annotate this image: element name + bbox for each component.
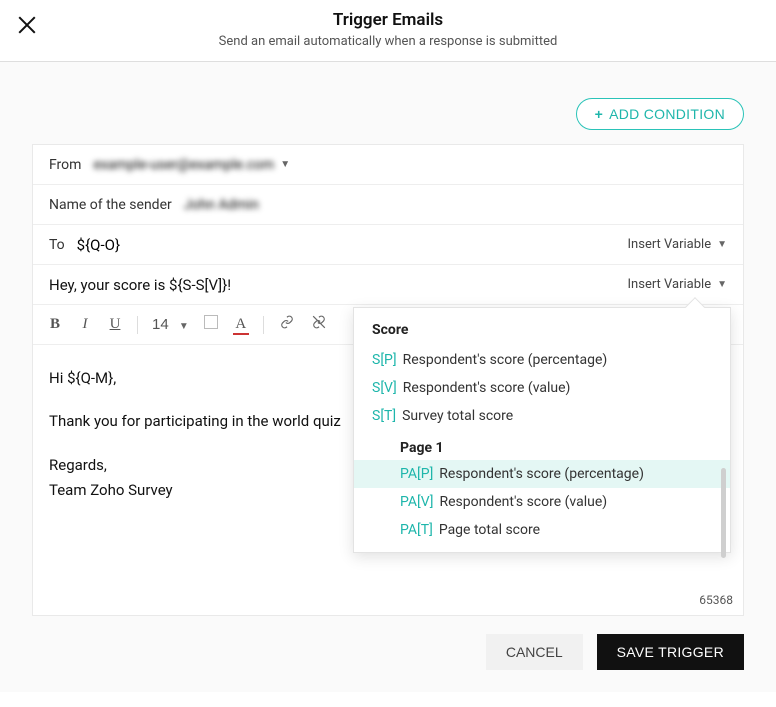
var-code: S[V]: [372, 380, 397, 396]
to-value[interactable]: ${Q-O}: [77, 236, 120, 254]
dropdown-item-score-value[interactable]: S[V] Respondent's score (value): [354, 374, 730, 402]
insert-variable-to[interactable]: Insert Variable ▼: [628, 237, 727, 252]
dropdown-item-page-percentage[interactable]: PA[P] Respondent's score (percentage): [354, 460, 730, 488]
var-label: Respondent's score (value): [439, 494, 607, 510]
var-code: S[P]: [372, 352, 397, 368]
chevron-down-icon: ▼: [717, 279, 727, 290]
sender-name-row: Name of the sender John Admin: [33, 185, 743, 225]
cancel-button[interactable]: CANCEL: [486, 634, 583, 670]
scrollbar[interactable]: [721, 468, 726, 558]
var-code: PA[V]: [400, 494, 433, 510]
link-icon: [278, 315, 296, 329]
link-button[interactable]: [278, 315, 296, 334]
toolbar-separator: [263, 316, 264, 334]
add-condition-button[interactable]: + ADD CONDITION: [576, 98, 744, 130]
insert-variable-label: Insert Variable: [628, 237, 712, 252]
var-label: Respondent's score (percentage): [439, 466, 644, 482]
toolbar-separator: [137, 316, 138, 334]
font-size-select[interactable]: 14 ▼: [152, 316, 189, 333]
var-code: PA[T]: [400, 522, 433, 538]
insert-variable-subject[interactable]: Insert Variable ▼: [628, 277, 727, 292]
insert-variable-label: Insert Variable: [628, 277, 712, 292]
from-value[interactable]: example-user@example.com: [93, 157, 274, 173]
variable-dropdown: Score S[P] Respondent's score (percentag…: [353, 307, 731, 553]
to-label: To: [49, 237, 65, 253]
unlink-button[interactable]: [310, 315, 328, 334]
modal-subtitle: Send an email automatically when a respo…: [0, 34, 776, 49]
bg-color-button[interactable]: [203, 315, 219, 334]
sender-name-value[interactable]: John Admin: [184, 197, 259, 213]
chevron-down-icon: ▼: [179, 321, 189, 332]
dropdown-item-page-total[interactable]: PA[T] Page total score: [354, 516, 730, 552]
save-trigger-button[interactable]: SAVE TRIGGER: [597, 634, 744, 670]
var-code: PA[P]: [400, 466, 433, 482]
to-row: To ${Q-O} Insert Variable ▼: [33, 225, 743, 265]
bold-button[interactable]: B: [47, 316, 63, 333]
from-row: From example-user@example.com ▼: [33, 145, 743, 185]
add-condition-label: ADD CONDITION: [609, 106, 725, 122]
char-count: 65368: [699, 593, 733, 607]
subject-row: Hey, your score is ${S-S[V]}! Insert Var…: [33, 265, 743, 305]
modal-footer: CANCEL SAVE TRIGGER: [0, 616, 776, 692]
square-icon: [204, 315, 218, 329]
modal-title: Trigger Emails: [0, 10, 776, 30]
italic-button[interactable]: I: [77, 316, 93, 333]
text-color-button[interactable]: A: [233, 316, 249, 333]
dropdown-title: Score: [354, 308, 730, 346]
plus-icon: +: [595, 106, 603, 122]
var-label: Respondent's score (percentage): [403, 352, 608, 368]
unlink-icon: [310, 315, 328, 329]
subject-input[interactable]: Hey, your score is ${S-S[V]}!: [49, 276, 231, 294]
sender-name-label: Name of the sender: [49, 197, 172, 213]
dropdown-item-page-value[interactable]: PA[V] Respondent's score (value): [354, 488, 730, 516]
var-label: Page total score: [439, 522, 540, 538]
dropdown-subhead: Page 1: [354, 430, 730, 460]
dropdown-item-score-percentage[interactable]: S[P] Respondent's score (percentage): [354, 346, 730, 374]
chevron-down-icon: ▼: [717, 239, 727, 250]
chevron-down-icon[interactable]: ▼: [280, 159, 290, 170]
underline-button[interactable]: U: [107, 316, 123, 333]
dropdown-item-survey-total[interactable]: S[T] Survey total score: [354, 402, 730, 430]
var-code: S[T]: [372, 408, 396, 424]
var-label: Survey total score: [402, 408, 513, 424]
close-icon[interactable]: [16, 14, 38, 36]
from-label: From: [49, 157, 81, 173]
modal-header: Trigger Emails Send an email automatical…: [0, 0, 776, 62]
var-label: Respondent's score (value): [403, 380, 571, 396]
